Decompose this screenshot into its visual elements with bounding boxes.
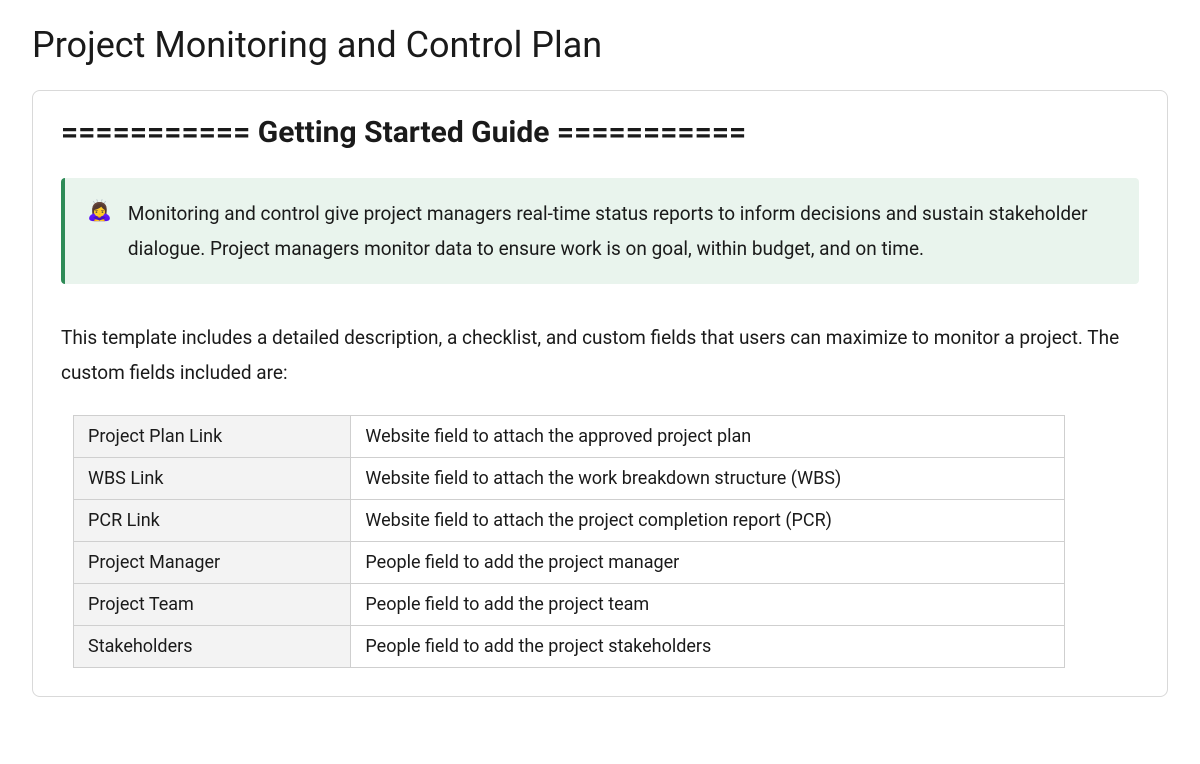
field-label: Stakeholders <box>74 625 351 667</box>
callout-icon: 🙇‍♀️ <box>87 196 112 224</box>
field-description: People field to add the project stakehol… <box>351 625 1064 667</box>
field-label: Project Manager <box>74 541 351 583</box>
guide-heading: =========== Getting Started Guide ======… <box>61 115 1139 150</box>
table-row: Stakeholders People field to add the pro… <box>74 625 1065 667</box>
table-row: Project Manager People field to add the … <box>74 541 1065 583</box>
field-description: People field to add the project team <box>351 583 1064 625</box>
field-label: PCR Link <box>74 499 351 541</box>
table-row: Project Team People field to add the pro… <box>74 583 1065 625</box>
intro-text: This template includes a detailed descri… <box>61 320 1139 390</box>
table-row: WBS Link Website field to attach the wor… <box>74 457 1065 499</box>
content-card: =========== Getting Started Guide ======… <box>32 90 1168 697</box>
fields-table: Project Plan Link Website field to attac… <box>73 415 1065 668</box>
field-description: Website field to attach the work breakdo… <box>351 457 1064 499</box>
callout: 🙇‍♀️ Monitoring and control give project… <box>61 178 1139 284</box>
field-label: WBS Link <box>74 457 351 499</box>
field-description: People field to add the project manager <box>351 541 1064 583</box>
field-description: Website field to attach the approved pro… <box>351 415 1064 457</box>
field-label: Project Plan Link <box>74 415 351 457</box>
table-row: Project Plan Link Website field to attac… <box>74 415 1065 457</box>
callout-text: Monitoring and control give project mana… <box>128 196 1117 266</box>
table-row: PCR Link Website field to attach the pro… <box>74 499 1065 541</box>
page-title: Project Monitoring and Control Plan <box>32 24 1168 66</box>
field-description: Website field to attach the project comp… <box>351 499 1064 541</box>
field-label: Project Team <box>74 583 351 625</box>
